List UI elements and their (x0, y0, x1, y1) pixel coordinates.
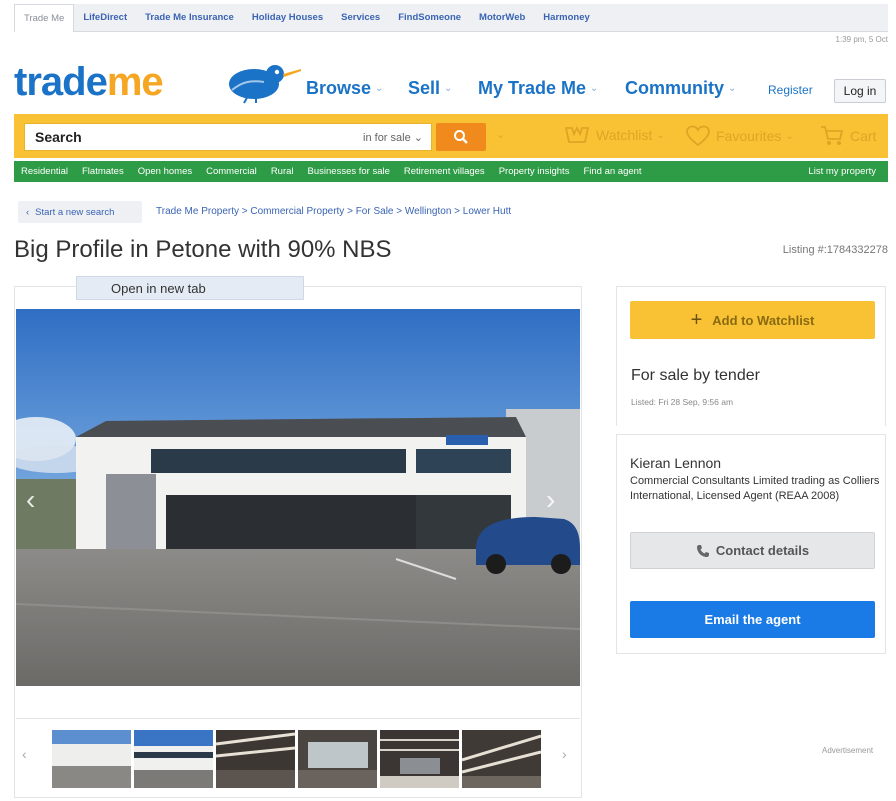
cart-link[interactable]: Cart (820, 125, 876, 147)
phone-icon (696, 544, 709, 557)
thumbnail-4[interactable] (298, 730, 377, 788)
category-businesses[interactable]: Businesses for sale (301, 166, 397, 177)
timestamp: 1:39 pm, 5 Oct (835, 35, 888, 44)
site-tab-motorweb[interactable]: MotorWeb (470, 4, 534, 31)
contact-details-button[interactable]: Contact details (630, 532, 875, 569)
chevron-down-icon: ⌄ (590, 83, 599, 94)
thumbnail-image (134, 730, 213, 788)
trademe-logo[interactable]: trademe (14, 58, 301, 106)
logo-part-trade: trade (14, 60, 108, 104)
nav-my-trade-me-label: My Trade Me (478, 78, 587, 98)
thumbnail-image (216, 730, 295, 788)
contact-details-label: Contact details (715, 543, 810, 558)
category-residential[interactable]: Residential (14, 166, 75, 177)
kiwi-logo-icon (229, 65, 301, 104)
category-open-homes[interactable]: Open homes (131, 166, 199, 177)
category-find-agent[interactable]: Find an agent (576, 166, 648, 177)
open-in-new-tab-button[interactable]: Open in new tab (76, 276, 304, 300)
chevron-left-icon[interactable]: ‹ (26, 484, 35, 516)
site-tab-services[interactable]: Services (332, 4, 389, 31)
site-tab-lifedirect[interactable]: LifeDirect (74, 4, 136, 31)
thumbnail-image (380, 730, 459, 788)
category-flatmates[interactable]: Flatmates (75, 166, 131, 177)
site-tab-trademe[interactable]: Trade Me (14, 4, 75, 32)
listing-number: Listing #:1784332278 (782, 244, 888, 256)
nav-sell[interactable]: Sell ⌄ (408, 78, 452, 99)
site-tab-harmoney[interactable]: Harmoney (534, 4, 598, 31)
nav-community[interactable]: Community ⌄ (625, 78, 736, 99)
chevron-right-icon[interactable]: › (562, 746, 567, 762)
advertisement-label: Advertisement (822, 746, 874, 755)
email-agent-button[interactable]: Email the agent (630, 601, 875, 638)
thumbnail-image (298, 730, 377, 788)
agent-name: Kieran Lennon (630, 455, 722, 471)
thumbnail-3[interactable] (216, 730, 295, 788)
search-button[interactable] (436, 123, 486, 151)
chevron-down-icon: ⌄ (444, 83, 453, 94)
add-to-watchlist-button[interactable]: + Add to Watchlist (630, 301, 875, 339)
search-input[interactable]: Search in for sale ⌄ (24, 123, 432, 151)
nav-browse[interactable]: Browse ⌄ (306, 78, 383, 99)
listed-date: Listed: Fri 28 Sep, 9:56 am (631, 397, 734, 407)
building-photo (16, 309, 580, 686)
category-property-insights[interactable]: Property insights (492, 166, 577, 177)
page-title: Big Profile in Petone with 90% NBS (14, 236, 392, 263)
thumbnail-image (52, 730, 131, 788)
thumbnail-6[interactable] (462, 730, 541, 788)
chevron-left-icon: ‹ (26, 206, 30, 218)
add-to-watchlist-label: Add to Watchlist (712, 312, 815, 328)
breadcrumb[interactable]: Trade Me Property > Commercial Property … (156, 206, 511, 217)
category-retirement[interactable]: Retirement villages (397, 166, 492, 177)
watchlist-icon (564, 125, 590, 143)
thumbnail-1[interactable] (52, 730, 131, 788)
nav-my-trade-me[interactable]: My Trade Me ⌄ (478, 78, 598, 99)
site-tab-holiday-houses[interactable]: Holiday Houses (243, 4, 332, 31)
chevron-down-icon: ⌄ (728, 83, 737, 94)
main-listing-photo[interactable] (16, 309, 580, 686)
logo-part-me: me (106, 60, 164, 104)
watchlist-link[interactable]: Watchlist ⌄ (564, 125, 665, 145)
register-link[interactable]: Register (768, 83, 813, 97)
list-my-property-link[interactable]: List my property (801, 166, 888, 177)
search-bar: Search in for sale ⌄ ⌄ Watchlist ⌄ Favour… (14, 114, 888, 158)
site-tabs-bar: Trade Me LifeDirect Trade Me Insurance H… (14, 4, 888, 32)
site-tab-insurance[interactable]: Trade Me Insurance (136, 4, 243, 31)
plus-icon: + (690, 308, 703, 331)
login-button[interactable]: Log in (834, 79, 886, 103)
nav-browse-label: Browse (306, 78, 372, 98)
start-new-search-label: Start a new search (35, 206, 115, 218)
nav-sell-label: Sell (408, 78, 441, 98)
chevron-down-icon: ⌄ (375, 83, 384, 94)
search-icon (454, 130, 468, 144)
property-category-bar: Residential Flatmates Open homes Commerc… (14, 161, 888, 182)
search-scope-label: in for sale (363, 131, 411, 144)
chevron-right-icon[interactable]: › (546, 484, 555, 516)
sale-method: For sale by tender (631, 367, 760, 384)
thumbnail-2[interactable] (134, 730, 213, 788)
logo-wordmark: trademe (14, 58, 164, 106)
favourites-link[interactable]: Favourites ⌄ (686, 125, 794, 147)
thumbnail-image (462, 730, 541, 788)
favourites-label: Favourites (716, 128, 782, 144)
category-rural[interactable]: Rural (264, 166, 301, 177)
watchlist-label: Watchlist (596, 127, 653, 143)
chevron-left-icon[interactable]: ‹ (22, 746, 27, 762)
agent-company: Commercial Consultants Limited trading a… (630, 475, 880, 502)
heart-icon (686, 125, 710, 147)
search-input-label: Search (35, 129, 82, 145)
nav-community-label: Community (625, 78, 724, 98)
thumbnail-5[interactable] (380, 730, 459, 788)
category-commercial[interactable]: Commercial (199, 166, 264, 177)
site-tab-findsomeone[interactable]: FindSomeone (389, 4, 470, 31)
search-options-chevron[interactable]: ⌄ (496, 128, 505, 141)
start-new-search-button[interactable]: ‹ Start a new search (18, 201, 142, 223)
cart-icon (821, 126, 844, 145)
search-scope-select[interactable]: in for sale ⌄ (363, 131, 431, 144)
cart-label: Cart (850, 128, 877, 144)
